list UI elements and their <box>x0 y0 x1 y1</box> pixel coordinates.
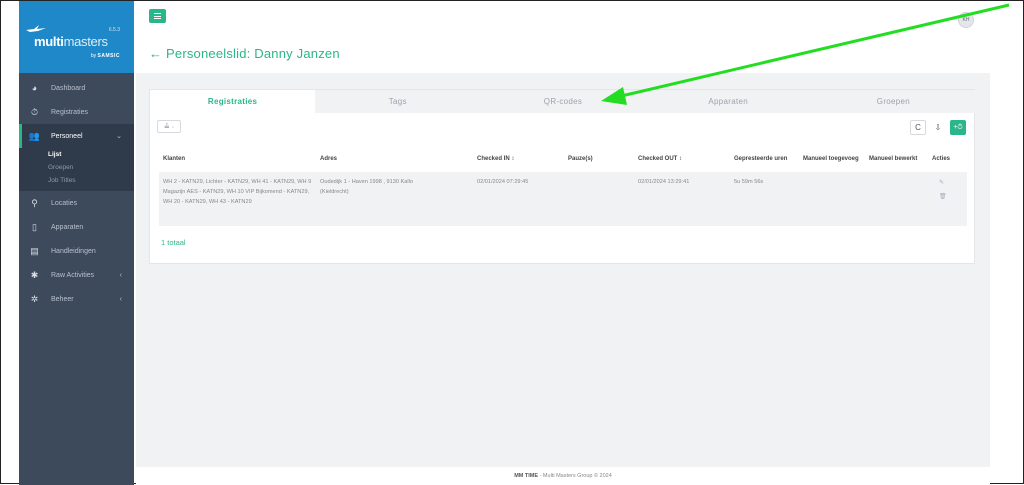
sidebar-nav: ◕ Dashboard ⏱ Registraties 👥 Personeel ⌄… <box>19 76 134 311</box>
refresh-button[interactable]: C <box>910 120 926 135</box>
total-count: 1 totaal <box>161 238 186 247</box>
sidebar-item-label: Locaties <box>51 199 78 207</box>
edit-icon[interactable]: ✎ <box>939 178 947 186</box>
column-header-pauzes: Pauze(s) <box>568 156 593 162</box>
sidebar-item-label: Raw Activities <box>51 271 95 279</box>
export-button[interactable]: ⇩ <box>930 120 946 135</box>
gear-icon: ✲ <box>30 293 39 304</box>
column-header-manueel-bewerkt: Manueel bewerkt <box>869 156 918 162</box>
hamburger-icon <box>154 13 161 14</box>
add-registration-button[interactable]: +⏱ <box>950 120 966 135</box>
column-header-acties: Acties <box>932 156 951 162</box>
sidebar-item-dashboard[interactable]: ◕ Dashboard <box>19 76 134 100</box>
dashboard-icon: ◕ <box>31 83 38 93</box>
app-version: 6.5.3 <box>108 27 120 33</box>
tab-registraties[interactable]: Registraties <box>150 90 316 113</box>
sidebar-item-label: Handleidingen <box>51 247 96 255</box>
sidebar-item-handleidingen[interactable]: ▤ Handleidingen <box>19 239 134 263</box>
stopwatch-icon: ⏱ <box>30 106 39 117</box>
menu-toggle-button[interactable] <box>149 9 166 23</box>
tab-tags[interactable]: Tags <box>315 90 480 113</box>
bird-logo-icon <box>26 25 46 32</box>
tab-apparaten[interactable]: Apparaten <box>646 90 811 113</box>
sidebar-item-label: Personeel <box>51 132 83 140</box>
cell-klanten: WH 2 - KATN29, Lichter - KATN29, WH 41 -… <box>163 179 312 205</box>
sidebar-item-label: Dashboard <box>51 84 86 92</box>
column-header-manueel-toegevoegd: Manueel toegevoeg <box>803 156 859 162</box>
footer-text: - Multi Masters Group © 2024 <box>538 473 612 479</box>
sidebar-item-personeel[interactable]: 👥 Personeel ⌄ <box>19 124 134 148</box>
avatar[interactable]: KH <box>958 12 974 28</box>
cell-checked-in: 02/01/2024 07:29:45 <box>477 179 529 185</box>
brand-name: multimasters <box>34 34 108 49</box>
column-header-checked-in[interactable]: Checked IN ↕ <box>477 156 514 162</box>
sidebar-item-label: Beheer <box>51 295 74 303</box>
sidebar-subitem-lijst[interactable]: Lijst <box>19 148 134 161</box>
column-header-gepresteerde-uren: Gepresteerde uren <box>734 156 788 162</box>
tab-bar: Registraties Tags QR-codes Apparaten Gro… <box>150 90 976 113</box>
column-header-checked-out[interactable]: Checked OUT ↕ <box>638 156 682 162</box>
map-pin-icon: ⚲ <box>31 197 38 208</box>
sidebar-subitem-groepen[interactable]: Groepen <box>19 161 134 174</box>
sidebar-item-apparaten[interactable]: ▯ Apparaten <box>19 215 134 239</box>
book-icon: ▤ <box>30 245 39 256</box>
sidebar-item-beheer[interactable]: ✲ Beheer ‹ <box>19 287 134 311</box>
sidebar-item-registraties[interactable]: ⏱ Registraties <box>19 100 134 124</box>
brand-logo[interactable]: 6.5.3 multimasters by SAMSIC <box>19 1 134 73</box>
footer-brand: MM TIME <box>514 473 539 479</box>
tab-groepen[interactable]: Groepen <box>811 90 976 113</box>
sidebar-item-label: Apparaten <box>51 223 84 231</box>
column-header-adres: Adres <box>320 156 338 162</box>
personeel-submenu: Lijst Groepen Job Titles <box>19 148 134 191</box>
users-icon: 👥 <box>28 130 41 141</box>
cell-adres: Oudedijk 1 - Haven 1998 , 9130 Kallo (Ki… <box>320 179 413 195</box>
sidebar: 6.5.3 multimasters by SAMSIC ◕ Dashboard… <box>19 1 134 485</box>
cell-checked-out: 02/01/2024 13:29:41 <box>638 179 690 185</box>
trash-icon[interactable]: 🗑 <box>939 192 947 200</box>
footer: MM TIME - Multi Masters Group © 2024 <box>136 467 990 485</box>
table-header: Klanten Adres Checked IN ↕ Pauze(s) Chec… <box>150 156 976 169</box>
page-title-text: Personeelslid: Danny Janzen <box>166 46 340 61</box>
table-row[interactable]: WH 2 - KATN29, Lichter - KATN29, WH 41 -… <box>159 172 967 226</box>
sidebar-item-locaties[interactable]: ⚲ Locaties <box>19 191 134 215</box>
back-arrow-icon[interactable]: ← <box>149 46 162 61</box>
column-filter-button[interactable]: ≟ · <box>157 120 181 133</box>
tablet-icon: ▯ <box>32 221 37 232</box>
sidebar-item-label: Registraties <box>51 108 88 116</box>
column-header-klanten: Klanten <box>163 156 186 162</box>
tab-qr-codes[interactable]: QR-codes <box>480 90 645 113</box>
page-title: ← Personeelslid: Danny Janzen <box>149 46 340 61</box>
chevron-down-icon: ⌄ <box>116 133 122 140</box>
bug-icon: ✱ <box>30 269 39 280</box>
chevron-left-icon: ‹ <box>119 295 122 303</box>
chevron-left-icon: ‹ <box>119 271 122 279</box>
sidebar-item-raw-activities[interactable]: ✱ Raw Activities ‹ <box>19 263 134 287</box>
brand-by: by SAMSIC <box>90 53 120 59</box>
sidebar-subitem-job-titles[interactable]: Job Titles <box>19 174 134 187</box>
cell-gepresteerde-uren: 5u 59m 56s <box>734 179 764 185</box>
registrations-card: Registraties Tags QR-codes Apparaten Gro… <box>149 89 976 264</box>
screenshot-frame: 6.5.3 multimasters by SAMSIC ◕ Dashboard… <box>0 0 1024 485</box>
